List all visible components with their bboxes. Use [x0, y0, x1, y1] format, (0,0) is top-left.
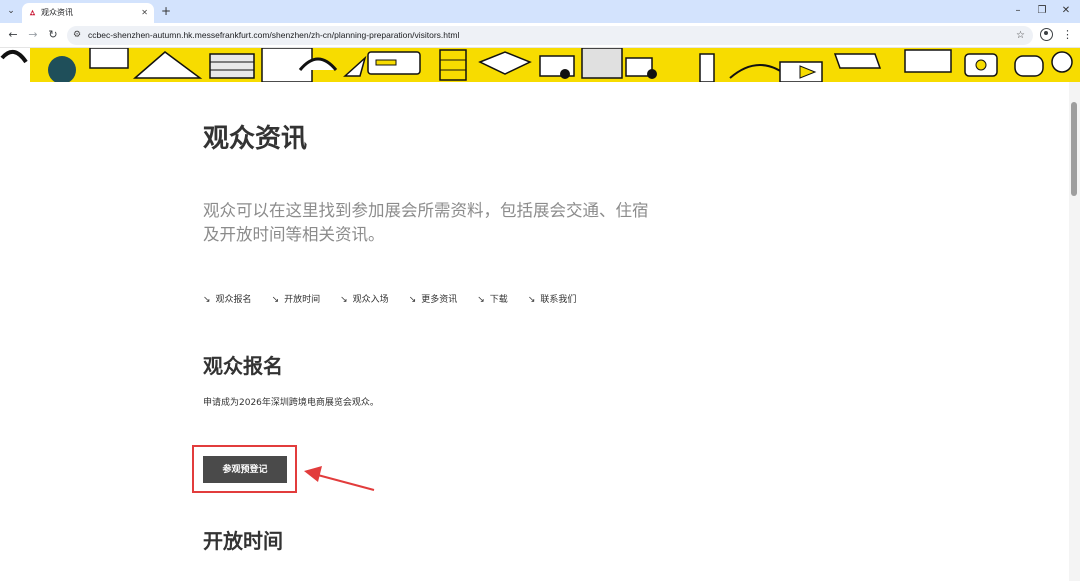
arrow-down-right-icon: ↘ — [271, 295, 280, 305]
banner-illustration — [0, 48, 1080, 82]
anchor-label: 下载 — [489, 295, 508, 305]
section-body-registration: 申请成为2026年深圳跨境电商展览会观众。 — [203, 398, 379, 408]
bookmark-star-icon[interactable]: ☆ — [1016, 28, 1025, 43]
anchor-label: 更多资讯 — [421, 295, 458, 305]
arrow-down-right-icon: ↘ — [527, 295, 536, 305]
anchor-link-more-info[interactable]: ↘ 更多资讯 — [409, 292, 458, 308]
reload-icon[interactable]: ↻ — [45, 27, 61, 43]
site-favicon-icon — [29, 9, 36, 16]
arrow-down-right-icon: ↘ — [340, 295, 348, 305]
window-minimize-icon[interactable]: – — [1010, 3, 1026, 19]
anchor-nav: ↘ 观众报名 ↘ 开放时间 ↘ 观众入场 ↘ 更多资讯 ↘ 下载 ↘ 联系我们 — [203, 292, 596, 308]
scrollbar-thumb[interactable] — [1071, 102, 1077, 196]
page-title: 观众资讯 — [203, 124, 308, 154]
profile-avatar-icon[interactable] — [1040, 28, 1053, 41]
tab-search-chevron-icon[interactable]: ⌄ — [4, 4, 18, 18]
browser-menu-kebab-icon[interactable]: ⋮ — [1062, 27, 1073, 43]
arrow-down-right-icon: ↘ — [408, 295, 417, 305]
anchor-label: 观众入场 — [352, 295, 389, 305]
anchor-link-opening-hours[interactable]: ↘ 开放时间 — [272, 292, 321, 308]
pre-registration-button[interactable]: 参观预登记 — [203, 456, 287, 483]
new-tab-plus-icon[interactable]: + — [159, 3, 173, 19]
back-arrow-icon[interactable]: ← — [5, 27, 21, 43]
anchor-label: 开放时间 — [284, 295, 321, 305]
section-title-opening-hours: 开放时间 — [203, 529, 283, 553]
arrow-down-right-icon: ↘ — [203, 295, 211, 305]
address-bar[interactable]: ⚙ ccbec-shenzhen-autumn.hk.messefrankfur… — [67, 26, 1033, 45]
url-text[interactable]: ccbec-shenzhen-autumn.hk.messefrankfurt.… — [88, 28, 459, 43]
anchor-link-registration[interactable]: ↘ 观众报名 — [203, 292, 252, 308]
tab-title: 观众资讯 — [41, 8, 73, 17]
browser-tab-active[interactable]: 观众资讯 ✕ — [22, 3, 154, 23]
hero-banner — [0, 48, 1080, 82]
arrow-down-right-icon: ↘ — [477, 295, 485, 305]
forward-arrow-icon[interactable]: → — [25, 27, 41, 43]
anchor-link-downloads[interactable]: ↘ 下载 — [477, 292, 508, 308]
browser-toolbar: ← → ↻ ⚙ ccbec-shenzhen-autumn.hk.messefr… — [0, 23, 1080, 48]
window-close-icon[interactable]: ✕ — [1058, 3, 1074, 19]
anchor-link-contact[interactable]: ↘ 联系我们 — [528, 292, 577, 308]
anchor-link-admission[interactable]: ↘ 观众入场 — [340, 292, 389, 308]
anchor-label: 联系我们 — [540, 295, 577, 305]
tab-close-icon[interactable]: ✕ — [141, 6, 148, 20]
site-settings-icon[interactable]: ⚙ — [73, 28, 81, 43]
annotation-arrow-icon — [304, 466, 375, 491]
anchor-label: 观众报名 — [215, 295, 252, 305]
section-title-registration: 观众报名 — [203, 354, 283, 378]
intro-text: 观众可以在这里找到参加展会所需资料，包括展会交通、住宿及开放时间等相关资讯。 — [203, 201, 649, 244]
page-scrollbar[interactable] — [1069, 82, 1080, 581]
window-restore-icon[interactable]: ❐ — [1034, 3, 1050, 19]
browser-tab-strip: ⌄ 观众资讯 ✕ + – ❐ ✕ — [0, 0, 1080, 23]
